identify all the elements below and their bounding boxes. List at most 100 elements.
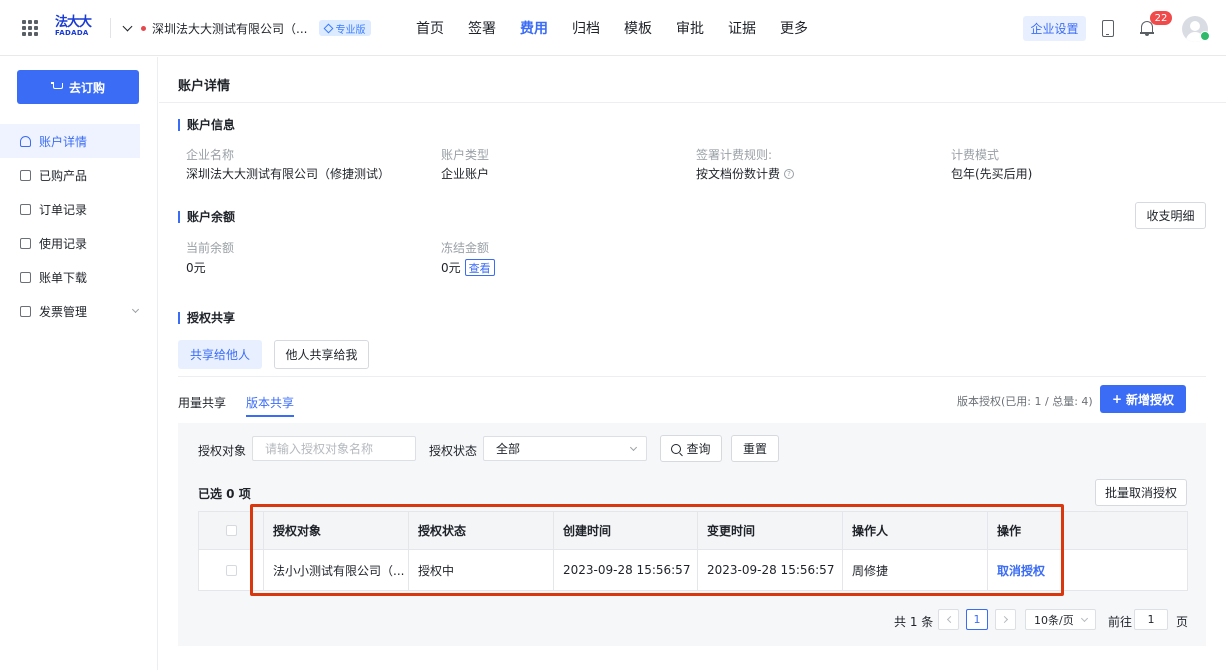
frozen-amount-text: 0元 [441, 261, 461, 275]
nav-sign[interactable]: 签署 [456, 0, 508, 56]
order-button-label: 去订购 [68, 80, 105, 95]
divider [159, 102, 1226, 103]
sidebar-item-label: 账户详情 [39, 134, 88, 149]
sidebar-item-order-records[interactable]: 订单记录 [0, 192, 158, 226]
search-icon [671, 443, 682, 454]
sidebar-item-label: 发票管理 [39, 304, 88, 319]
sidebar-item-invoice-management[interactable]: 发票管理 [0, 294, 158, 328]
sidebar-item-bill-download[interactable]: 账单下载 [0, 260, 158, 294]
status-filter-label: 授权状态 [429, 444, 478, 458]
sidebar-item-purchased-products[interactable]: 已购产品 [0, 158, 158, 192]
quota-text: 版本授权(已用: 1 / 总量: 4) [957, 395, 1093, 408]
share-to-others-button[interactable]: 共享给他人 [178, 340, 262, 369]
page-number-button[interactable]: 1 [966, 609, 988, 630]
nav-archive[interactable]: 归档 [560, 0, 612, 56]
balance-title: 账户余额 [178, 211, 235, 223]
select-all-checkbox[interactable] [225, 525, 237, 536]
verified-icon [1200, 31, 1210, 41]
account-type-value: 企业账户 [441, 167, 490, 181]
chevron-down-icon [629, 443, 638, 452]
account-type-label: 账户类型 [441, 148, 490, 162]
target-search-input[interactable]: 请输入授权对象名称 [252, 436, 416, 461]
sidebar-item-label: 账单下载 [39, 270, 88, 285]
sidebar-item-label: 使用记录 [39, 236, 88, 251]
reset-button[interactable]: 重置 [731, 435, 779, 462]
page-suffix: 页 [1176, 614, 1189, 629]
sidebar-item-label: 订单记录 [39, 202, 88, 217]
company-name-label: 企业名称 [186, 148, 235, 162]
target-filter-label: 授权对象 [198, 444, 247, 458]
account-info-title: 账户信息 [178, 119, 235, 131]
logo-text-cn: 法大大 [55, 15, 92, 30]
nav-more[interactable]: 更多 [768, 0, 820, 56]
page-size-select[interactable]: 10条/页 [1025, 609, 1096, 630]
company-name-value: 深圳法大大测试有限公司（修捷测试） [186, 167, 391, 181]
mobile-icon[interactable] [1102, 20, 1114, 37]
current-balance-label: 当前余额 [186, 241, 235, 255]
main-nav: 首页 签署 费用 归档 模板 审批 证据 更多 [404, 0, 820, 56]
sidebar-item-usage-records[interactable]: 使用记录 [0, 226, 158, 260]
logo[interactable]: 法大大 FADADA [55, 16, 95, 40]
highlight-box [250, 504, 1064, 596]
tab-version-share[interactable]: 版本共享 [246, 387, 295, 417]
top-bar: 法大大 FADADA 深圳法大大测试有限公司（... 专业版 首页 签署 费用 … [0, 0, 1226, 56]
logo-text-en: FADADA [55, 29, 89, 37]
goto-page-input[interactable]: 1 [1134, 609, 1168, 630]
current-balance-value: 0元 [186, 261, 206, 275]
nav-evidence[interactable]: 证据 [716, 0, 768, 56]
billing-rule-value: 按文档份数计费 ? [696, 165, 795, 182]
main-content: 账户详情 账户信息 企业名称 深圳法大大测试有限公司（修捷测试） 账户类型 企业… [159, 57, 1226, 670]
add-authorization-button[interactable]: + 新增授权 [1100, 385, 1186, 413]
add-authorization-label: 新增授权 [1126, 392, 1175, 407]
help-icon[interactable]: ? [784, 168, 795, 179]
goto-label: 前往 [1108, 614, 1133, 629]
prev-page-button[interactable] [938, 609, 959, 630]
billing-mode-label: 计费模式 [951, 148, 1000, 162]
search-button[interactable]: 查询 [660, 435, 722, 462]
download-icon [20, 271, 31, 283]
chevron-down-icon [122, 21, 133, 31]
authorization-panel: 授权对象 请输入授权对象名称 授权状态 全部 查询 重置 已选 0 项 批量取消… [178, 423, 1206, 646]
nav-billing[interactable]: 费用 [508, 0, 560, 56]
side-menu: 账户详情 已购产品 订单记录 使用记录 账单下载 发票管理 [0, 124, 158, 328]
chevron-down-icon [131, 305, 140, 314]
statement-button[interactable]: 收支明细 [1135, 202, 1206, 229]
user-icon [20, 135, 31, 147]
divider [178, 376, 1206, 377]
document-icon [20, 203, 31, 215]
pagination-total: 共 1 条 [894, 614, 934, 629]
billing-mode-value: 包年(先买后用) [951, 167, 1033, 181]
row-checkbox[interactable] [225, 564, 237, 576]
status-dot [141, 25, 146, 31]
search-button-label: 查询 [686, 442, 711, 456]
billing-rule-label: 签署计费规则: [696, 148, 773, 162]
notification-badge: 22 [1150, 11, 1172, 25]
sidebar: 去订购 账户详情 已购产品 订单记录 使用记录 账单下载 发票管理 [0, 57, 158, 670]
company-name: 深圳法大大测试有限公司（... [152, 21, 308, 36]
status-select-value: 全部 [496, 442, 521, 456]
frozen-amount-label: 冻结金额 [441, 241, 490, 255]
sharing-title: 授权共享 [178, 312, 235, 324]
order-button[interactable]: 去订购 [17, 70, 139, 104]
view-frozen-link[interactable]: 查看 [464, 259, 495, 276]
header-divider [110, 18, 111, 38]
share-tabs: 用量共享 版本共享 [178, 387, 295, 417]
invoice-icon [20, 305, 31, 317]
company-switcher[interactable]: 深圳法大大测试有限公司（... 专业版 [122, 18, 372, 38]
edition-badge: 专业版 [319, 20, 372, 36]
frozen-amount-value: 0元 查看 [441, 259, 495, 276]
sidebar-item-account-details[interactable]: 账户详情 [0, 124, 140, 158]
tab-usage-share[interactable]: 用量共享 [178, 387, 226, 417]
nav-home[interactable]: 首页 [404, 0, 456, 56]
next-page-button[interactable] [995, 609, 1016, 630]
status-select[interactable]: 全部 [483, 436, 647, 461]
bulk-cancel-button[interactable]: 批量取消授权 [1095, 479, 1187, 506]
enterprise-settings-button[interactable]: 企业设置 [1023, 16, 1086, 41]
apps-grid-icon[interactable] [22, 20, 38, 36]
selected-count: 已选 0 项 [198, 487, 251, 501]
clipboard-icon [20, 237, 31, 249]
shared-to-me-button[interactable]: 他人共享给我 [274, 340, 369, 369]
nav-approval[interactable]: 审批 [664, 0, 716, 56]
nav-template[interactable]: 模板 [612, 0, 664, 56]
chevron-left-icon [946, 615, 954, 624]
